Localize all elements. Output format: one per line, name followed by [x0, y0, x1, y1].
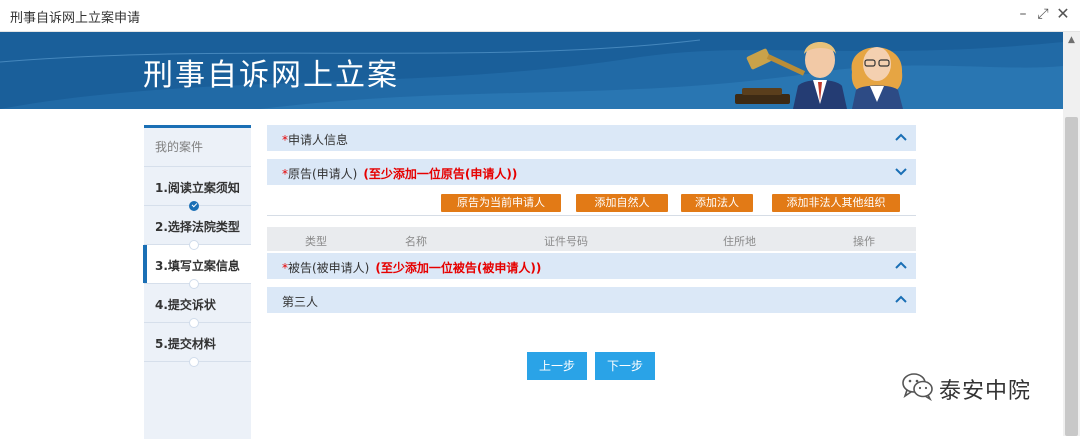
plaintiff-is-applicant-button[interactable]: 原告为当前申请人 — [441, 194, 561, 212]
step-label: 3.填写立案信息 — [155, 259, 240, 273]
lawyer-woman-illustration — [851, 47, 903, 109]
window-title: 刑事自诉网上立案申请 — [10, 11, 141, 26]
section-third-party[interactable]: 第三人 — [267, 287, 916, 313]
step-label: 5.提交材料 — [155, 337, 216, 351]
column-header-type: 类型 — [305, 235, 327, 248]
step-dot-icon — [189, 318, 199, 328]
section-hint: (至少添加一位原告(申请人)) — [363, 167, 518, 181]
case-steps-panel: 我的案件 1.阅读立案须知 2.选择法院类型 3.填写立案信息 4.提交诉状 5… — [143, 125, 251, 439]
next-step-button[interactable]: 下一步 — [595, 352, 655, 380]
wechat-icon — [902, 373, 933, 401]
step-label: 2.选择法院类型 — [155, 220, 240, 234]
party-table-header: 类型 名称 证件号码 住所地 操作 — [267, 227, 916, 251]
chevron-up-icon[interactable] — [894, 130, 908, 144]
vertical-scrollbar[interactable]: ▲ — [1063, 32, 1080, 436]
add-natural-person-button[interactable]: 添加自然人 — [576, 194, 668, 212]
divider — [267, 215, 916, 216]
chevron-up-icon[interactable] — [894, 258, 908, 272]
steps-header: 我的案件 — [144, 128, 251, 167]
column-header-address: 住所地 — [723, 235, 756, 248]
step-submit-complaint[interactable]: 4.提交诉状 — [144, 284, 251, 328]
step-complete-check-icon — [189, 201, 199, 211]
watermark-text: 泰安中院 — [939, 379, 1032, 404]
section-hint: (至少添加一位被告(被申请人)) — [375, 261, 542, 275]
step-dot-icon — [189, 357, 199, 367]
step-label: 4.提交诉状 — [155, 298, 216, 312]
step-fill-case-info[interactable]: 3.填写立案信息 — [143, 245, 251, 289]
minimize-icon[interactable]: – — [1014, 5, 1032, 23]
maximize-icon[interactable]: ⤢ — [1034, 5, 1052, 23]
step-label: 1.阅读立案须知 — [155, 181, 240, 195]
previous-step-button[interactable]: 上一步 — [527, 352, 587, 380]
step-submit-materials[interactable]: 5.提交材料 — [144, 323, 251, 367]
add-other-organization-button[interactable]: 添加非法人其他组织 — [772, 194, 900, 212]
section-defendant[interactable]: *被告(被申请人) (至少添加一位被告(被申请人)) — [267, 253, 916, 279]
chevron-up-icon[interactable] — [894, 292, 908, 306]
column-header-name: 名称 — [405, 235, 427, 248]
step-select-court-type[interactable]: 2.选择法院类型 — [144, 206, 251, 250]
window-titlebar: 刑事自诉网上立案申请 – ⤢ ✕ — [0, 0, 1080, 32]
section-title: 被告(被申请人) — [288, 261, 370, 275]
chevron-down-icon[interactable] — [894, 164, 908, 178]
close-icon[interactable]: ✕ — [1054, 5, 1072, 23]
section-title: 申请人信息 — [288, 133, 349, 147]
step-read-notice[interactable]: 1.阅读立案须知 — [144, 167, 251, 211]
section-plaintiff[interactable]: *原告(申请人) (至少添加一位原告(申请人)) — [267, 159, 916, 185]
section-applicant-info[interactable]: *申请人信息 — [267, 125, 916, 151]
add-legal-person-button[interactable]: 添加法人 — [681, 194, 753, 212]
section-title: 第三人 — [282, 295, 319, 309]
plaintiff-action-buttons: 原告为当前申请人 添加自然人 添加法人 添加非法人其他组织 — [267, 192, 916, 214]
banner-title: 刑事自诉网上立案 — [143, 58, 399, 93]
step-dot-icon — [189, 279, 199, 289]
column-header-actions: 操作 — [853, 235, 875, 248]
section-title: 原告(申请人) — [288, 167, 358, 181]
header-banner: 刑事自诉网上立案 — [0, 32, 1063, 109]
step-dot-icon — [189, 240, 199, 250]
scroll-thumb[interactable] — [1065, 117, 1078, 436]
scroll-up-arrow-icon[interactable]: ▲ — [1063, 32, 1080, 48]
column-header-id-number: 证件号码 — [544, 235, 588, 248]
